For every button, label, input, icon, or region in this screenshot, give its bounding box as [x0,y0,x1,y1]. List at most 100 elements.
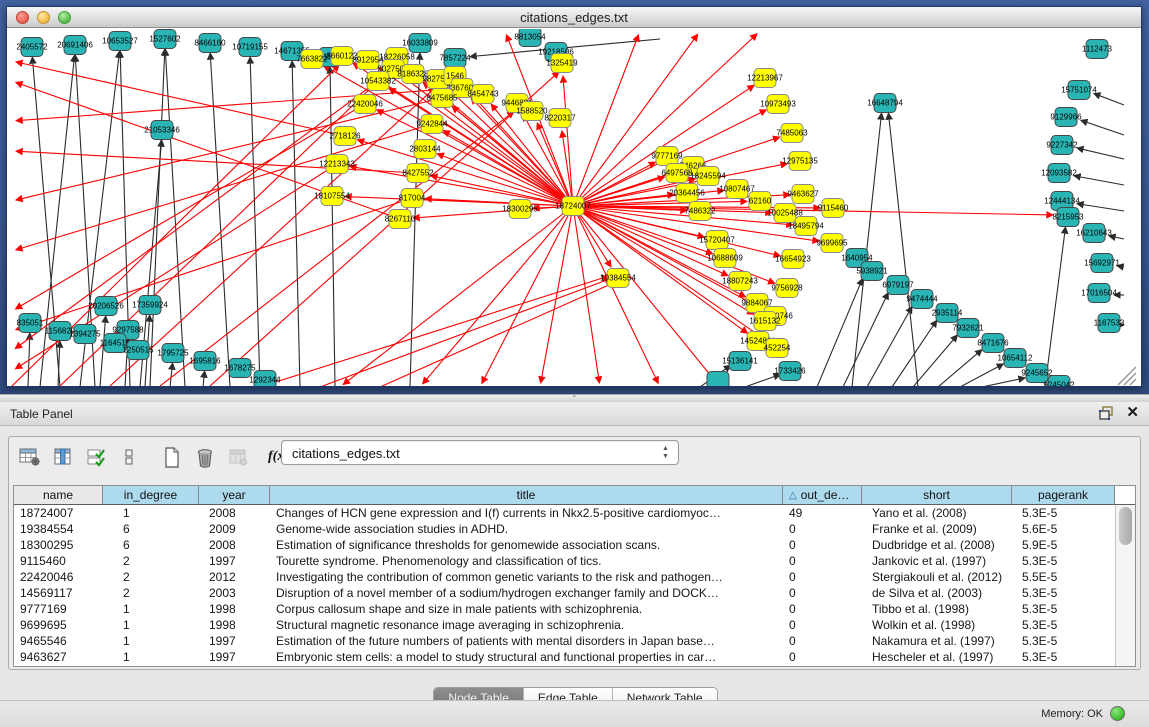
table-cell-in_degree[interactable]: 6 [103,538,199,552]
network-graph-canvas[interactable]: 2405572206914061065352715276028466160107… [7,29,1141,386]
graph-node[interactable]: 7485063 [776,124,808,143]
table-cell-pagerank[interactable]: 5.5E-5 [1012,570,1115,584]
graph-node[interactable]: 9756928 [771,279,803,298]
table-cell-in_degree[interactable]: 1 [103,634,199,648]
graph-node[interactable]: 1588520 [516,102,548,121]
graph-node[interactable]: 5938921 [856,262,888,281]
row-height-button[interactable] [114,444,143,471]
graph-node[interactable]: 12213343 [319,155,355,174]
table-cell-short[interactable]: Dudbridge et al. (2008) [862,538,1012,552]
table-cell-name[interactable]: 18724007 [14,506,103,520]
graph-node[interactable]: 18107554 [314,187,350,206]
column-header-year[interactable]: year [199,486,270,504]
graph-edge[interactable] [343,206,573,385]
table-cell-out_de[interactable]: 0 [783,602,862,616]
table-cell-pagerank[interactable]: 5.3E-5 [1012,634,1115,648]
graph-node[interactable]: 15692971 [1084,254,1120,273]
table-cell-out_de[interactable]: 0 [783,634,862,648]
graph-node[interactable]: 1112473 [1082,40,1113,59]
graph-edge[interactable] [16,88,462,121]
graph-node[interactable]: 12213967 [747,69,783,88]
graph-edge[interactable] [982,378,1025,386]
graph-edge[interactable] [210,72,559,386]
table-cell-out_de[interactable]: 0 [783,538,862,552]
graph-node[interactable]: 8220317 [544,109,576,128]
table-cell-pagerank[interactable]: 5.3E-5 [1012,650,1115,664]
graph-node[interactable]: 1167533 [1094,314,1125,333]
graph-node[interactable]: 8215953 [1052,208,1084,227]
table-row[interactable]: 911546021997Tourette syndrome. Phenomeno… [14,553,1135,569]
table-scrollbar[interactable] [1115,505,1135,666]
column-header-short[interactable]: short [862,486,1012,504]
graph-node[interactable]: 2718126 [329,127,361,146]
graph-edge[interactable] [16,98,442,200]
graph-node[interactable]: 8813054 [514,29,546,47]
graph-node[interactable]: 62160 [749,192,772,211]
select-rows-button[interactable] [81,444,110,471]
table-cell-title[interactable]: Disruption of a novel member of a sodium… [270,586,783,600]
table-cell-short[interactable]: Franke et al. (2009) [862,522,1012,536]
table-cell-title[interactable]: Embryonic stem cells: a model to study s… [270,650,783,664]
graph-node[interactable]: 835051 [17,314,44,333]
import-table-button[interactable] [223,444,252,471]
graph-edge[interactable] [938,350,982,386]
table-cell-title[interactable]: Estimation of the future numbers of pati… [270,634,783,648]
delete-table-button[interactable] [190,444,219,471]
table-cell-short[interactable]: Yano et al. (2008) [862,506,1012,520]
graph-node[interactable]: 7857224 [439,49,471,68]
table-cell-title[interactable]: Investigating the contribution of common… [270,570,783,584]
graph-edge[interactable] [210,53,230,386]
table-cell-out_de[interactable]: 0 [783,554,862,568]
graph-node[interactable]: 817004 [399,189,426,208]
table-cell-year[interactable]: 2012 [199,570,270,584]
graph-node[interactable]: 1795725 [157,344,189,363]
graph-node[interactable]: 16210643 [1076,224,1112,243]
graph-node[interactable]: 19384554 [600,269,636,288]
graph-node[interactable]: 452254 [764,339,791,358]
table-cell-title[interactable]: Estimation of significance thresholds fo… [270,538,783,552]
table-cell-title[interactable]: Tourette syndrome. Phenomenology and cla… [270,554,783,568]
graph-node[interactable]: 2803144 [409,140,441,159]
table-cell-title[interactable]: Corpus callosum shape and size in male p… [270,602,783,616]
table-cell-out_de[interactable]: 0 [783,618,862,632]
network-table-selector[interactable]: citations_edges.txt ▲▼ [281,440,679,465]
table-cell-short[interactable]: Jankovic et al. (1997) [862,554,1012,568]
table-cell-year[interactable]: 2008 [199,506,270,520]
table-cell-in_degree[interactable]: 1 [103,618,199,632]
table-cell-pagerank[interactable]: 5.3E-5 [1012,618,1115,632]
panel-splitter[interactable]: ⌃ [0,394,1149,402]
table-cell-year[interactable]: 2008 [199,538,270,552]
table-row[interactable]: 977716911998Corpus callosum shape and si… [14,601,1135,617]
table-cell-in_degree[interactable]: 2 [103,554,199,568]
graph-node[interactable]: 1250515 [122,341,154,360]
graph-node[interactable]: 9777169 [651,147,683,166]
table-cell-year[interactable]: 1998 [199,602,270,616]
table-cell-year[interactable]: 1998 [199,618,270,632]
graph-node[interactable]: 6979197 [882,276,914,295]
table-cell-out_de[interactable]: 49 [783,506,862,520]
table-cell-name[interactable]: 19384554 [14,522,103,536]
close-panel-icon[interactable]: ✕ [1126,405,1139,421]
graph-node[interactable]: 21053346 [144,121,180,140]
graph-node[interactable]: 1733426 [774,362,806,381]
table-cell-year[interactable]: 2009 [199,522,270,536]
column-header-out_de[interactable]: △out_de… [783,486,862,504]
table-row[interactable]: 1938455462009Genome-wide association stu… [14,521,1135,537]
graph-node[interactable]: 17016504 [1081,284,1117,303]
create-table-button[interactable] [157,444,186,471]
graph-node[interactable]: 9474444 [906,290,938,309]
table-cell-pagerank[interactable]: 5.6E-5 [1012,522,1115,536]
graph-node[interactable]: 9115460 [818,199,849,218]
graph-edge[interactable] [745,374,780,386]
table-cell-in_degree[interactable]: 2 [103,586,199,600]
graph-node[interactable]: 10719155 [232,38,268,57]
graph-edge[interactable] [867,306,912,386]
graph-node[interactable]: 12975135 [782,152,818,171]
window-resize-grip[interactable] [1118,367,1136,385]
table-cell-name[interactable]: 9115460 [14,554,103,568]
graph-node[interactable]: 2405572 [16,38,48,57]
graph-edge[interactable] [1045,227,1065,386]
graph-edge[interactable] [888,113,918,386]
graph-edge[interactable] [482,206,573,383]
graph-node[interactable]: 9227342 [1046,136,1078,155]
